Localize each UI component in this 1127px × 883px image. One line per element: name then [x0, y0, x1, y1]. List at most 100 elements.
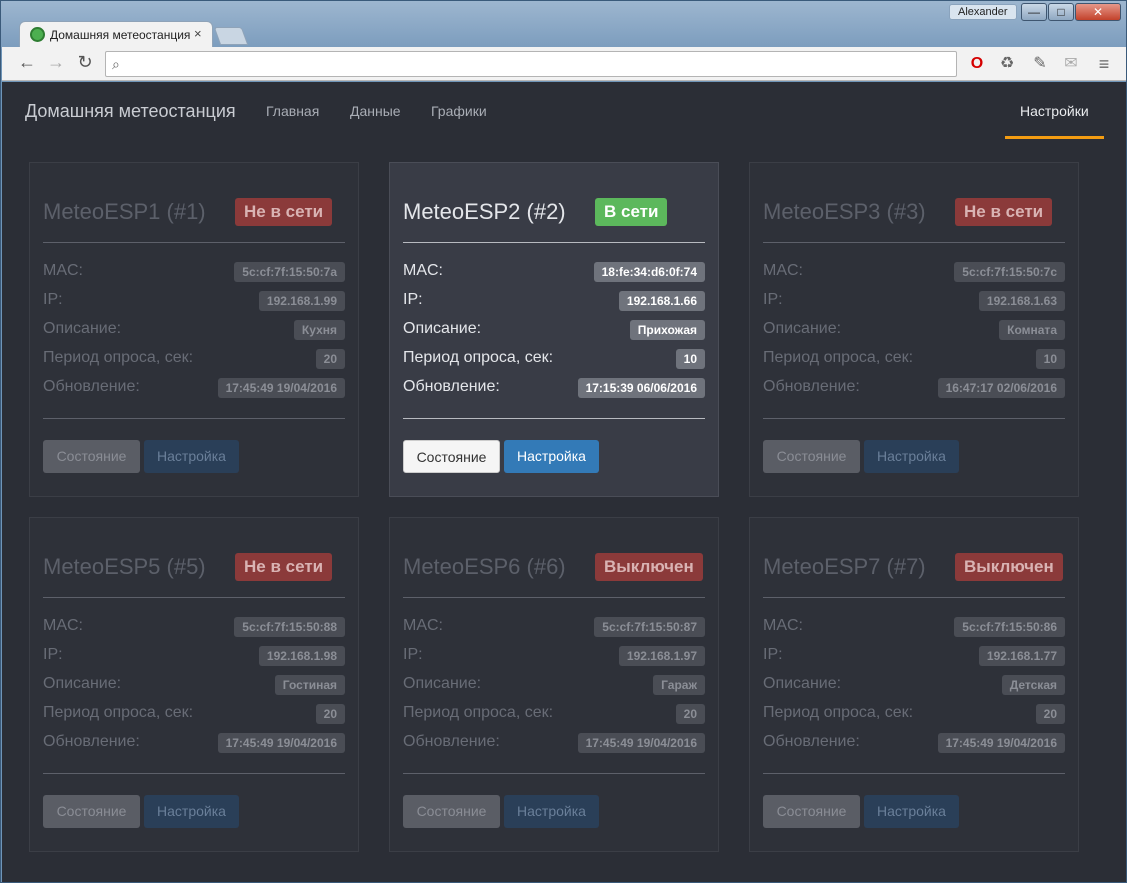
- config-button[interactable]: Настройка: [504, 795, 599, 828]
- divider: [403, 773, 705, 774]
- mac-label: MAC:: [403, 617, 443, 634]
- device-card: MeteoESP1 (#1) Не в сети MAC: 5c:cf:7f:1…: [29, 162, 359, 497]
- desc-value: Детская: [1001, 675, 1065, 695]
- updated-label: Обновление:: [763, 378, 860, 395]
- info-row-mac: MAC: 5c:cf:7f:15:50:88: [43, 617, 345, 637]
- config-button[interactable]: Настройка: [864, 795, 959, 828]
- status-badge: Не в сети: [235, 198, 333, 226]
- info-row-mac: MAC: 5c:cf:7f:15:50:7c: [763, 262, 1065, 282]
- ip-label: IP:: [403, 291, 423, 308]
- maximize-button[interactable]: □: [1048, 3, 1074, 21]
- title-bar: Alexander — □ ✕ Домашняя метеостанция ×: [1, 1, 1126, 49]
- eyedropper-icon[interactable]: ✎: [1029, 53, 1051, 75]
- device-card: MeteoESP2 (#2) В сети MAC: 18:fe:34:d6:0…: [389, 162, 719, 497]
- info-row-ip: IP: 192.168.1.98: [43, 646, 345, 666]
- config-button[interactable]: Настройка: [504, 440, 599, 473]
- period-label: Период опроса, сек:: [403, 349, 554, 366]
- divider: [763, 773, 1065, 774]
- nav-link-graphs[interactable]: Графики: [431, 103, 487, 119]
- info-row-ip: IP: 192.168.1.77: [763, 646, 1065, 666]
- forward-icon[interactable]: →: [45, 52, 67, 73]
- mac-label: MAC:: [763, 617, 803, 634]
- updated-value: 17:45:49 19/04/2016: [577, 733, 705, 753]
- desc-label: Описание:: [403, 675, 482, 692]
- info-row-period: Период опроса, сек: 20: [403, 704, 705, 724]
- info-row-period: Период опроса, сек: 20: [43, 704, 345, 724]
- opera-icon[interactable]: O: [966, 53, 988, 75]
- status-badge: Выключен: [595, 553, 703, 581]
- info-row-ip: IP: 192.168.1.99: [43, 291, 345, 311]
- address-bar[interactable]: ⌕: [105, 51, 957, 77]
- state-button[interactable]: Состояние: [763, 440, 860, 473]
- period-value: 10: [675, 349, 705, 369]
- device-title: MeteoESP7 (#7): [763, 554, 926, 579]
- config-button[interactable]: Настройка: [864, 440, 959, 473]
- status-badge: Не в сети: [235, 553, 333, 581]
- info-row-ip: IP: 192.168.1.66: [403, 291, 705, 311]
- address-input[interactable]: [130, 55, 950, 73]
- divider: [763, 597, 1065, 598]
- device-card: MeteoESP5 (#5) Не в сети MAC: 5c:cf:7f:1…: [29, 517, 359, 852]
- info-row-desc: Описание: Кухня: [43, 320, 345, 340]
- brand-title[interactable]: Домашняя метеостанция: [25, 101, 236, 122]
- updated-value: 17:45:49 19/04/2016: [217, 378, 345, 398]
- period-value: 20: [315, 704, 345, 724]
- info-row-mac: MAC: 5c:cf:7f:15:50:87: [403, 617, 705, 637]
- status-badge: В сети: [595, 198, 668, 226]
- state-button[interactable]: Состояние: [403, 795, 500, 828]
- ip-label: IP:: [403, 646, 423, 663]
- state-button[interactable]: Состояние: [763, 795, 860, 828]
- ip-value: 192.168.1.98: [258, 646, 345, 666]
- state-button[interactable]: Состояние: [403, 440, 500, 473]
- info-row-ip: IP: 192.168.1.63: [763, 291, 1065, 311]
- period-label: Период опроса, сек:: [403, 704, 554, 721]
- tab-close-icon[interactable]: ×: [194, 26, 202, 41]
- home-favicon-icon: [30, 27, 45, 42]
- device-card: MeteoESP6 (#6) Выключен MAC: 5c:cf:7f:15…: [389, 517, 719, 852]
- desc-label: Описание:: [43, 675, 122, 692]
- ip-value: 192.168.1.63: [978, 291, 1065, 311]
- mac-label: MAC:: [403, 262, 443, 279]
- info-row-updated: Обновление: 17:45:49 19/04/2016: [43, 733, 345, 753]
- minimize-button[interactable]: —: [1021, 3, 1047, 21]
- reload-icon[interactable]: ↻: [74, 52, 96, 73]
- browser-tab[interactable]: Домашняя метеостанция ×: [19, 21, 213, 47]
- ip-value: 192.168.1.97: [618, 646, 705, 666]
- divider: [403, 597, 705, 598]
- config-button[interactable]: Настройка: [144, 440, 239, 473]
- device-title: MeteoESP5 (#5): [43, 554, 206, 579]
- updated-label: Обновление:: [43, 733, 140, 750]
- user-profile-button[interactable]: Alexander: [949, 4, 1017, 20]
- nav-link-settings[interactable]: Настройки: [1020, 103, 1089, 119]
- divider: [403, 242, 705, 243]
- close-window-button[interactable]: ✕: [1075, 3, 1121, 21]
- info-row-updated: Обновление: 17:45:49 19/04/2016: [43, 378, 345, 398]
- config-button[interactable]: Настройка: [144, 795, 239, 828]
- mail-icon[interactable]: ✉: [1060, 53, 1082, 75]
- device-title: MeteoESP2 (#2): [403, 199, 566, 224]
- desc-value: Комната: [999, 320, 1065, 340]
- info-row-mac: MAC: 5c:cf:7f:15:50:7a: [43, 262, 345, 282]
- info-row-updated: Обновление: 17:15:39 06/06/2016: [403, 378, 705, 398]
- info-row-desc: Описание: Детская: [763, 675, 1065, 695]
- mac-value: 5c:cf:7f:15:50:7c: [954, 262, 1065, 282]
- mac-label: MAC:: [43, 617, 83, 634]
- updated-label: Обновление:: [43, 378, 140, 395]
- device-title: MeteoESP3 (#3): [763, 199, 926, 224]
- divider: [43, 597, 345, 598]
- nav-link-data[interactable]: Данные: [350, 103, 401, 119]
- period-label: Период опроса, сек:: [763, 704, 914, 721]
- app-navbar: Домашняя метеостанция Главная Данные Гра…: [2, 82, 1126, 140]
- back-icon[interactable]: ←: [16, 52, 38, 73]
- device-card: MeteoESP3 (#3) Не в сети MAC: 5c:cf:7f:1…: [749, 162, 1079, 497]
- recycle-icon[interactable]: ♻: [996, 53, 1018, 75]
- device-title: MeteoESP1 (#1): [43, 199, 206, 224]
- info-row-ip: IP: 192.168.1.97: [403, 646, 705, 666]
- state-button[interactable]: Состояние: [43, 795, 140, 828]
- updated-value: 17:45:49 19/04/2016: [937, 733, 1065, 753]
- menu-icon[interactable]: ≡: [1093, 53, 1115, 75]
- state-button[interactable]: Состояние: [43, 440, 140, 473]
- new-tab-button[interactable]: [213, 27, 249, 45]
- nav-link-home[interactable]: Главная: [266, 103, 319, 119]
- updated-label: Обновление:: [763, 733, 860, 750]
